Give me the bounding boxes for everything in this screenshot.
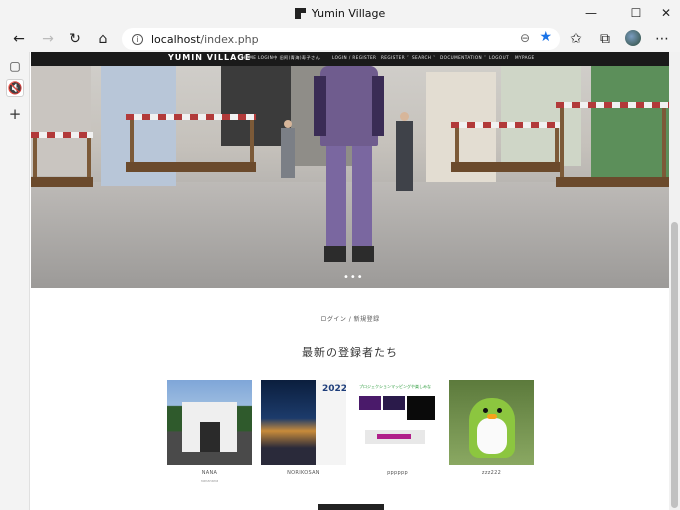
mute-tab-icon[interactable]: 🔇 [6,79,24,97]
home-icon[interactable]: ⌂ [92,28,114,50]
member-photo[interactable] [167,380,252,465]
window-title: Yumin Village [294,6,386,20]
member-name[interactable]: NANA [167,470,252,476]
member-photo[interactable]: 2022 [261,380,346,465]
web-page: ••• YUMIN VILLAGE HOME LOGIN中 旧阿(青海)寿子さん… [31,52,669,510]
site-brand[interactable]: YUMIN VILLAGE [168,53,251,62]
scrollbar-thumb[interactable] [671,222,678,508]
favorites-icon[interactable]: ✩ [565,28,587,50]
nav-mypage[interactable]: MYPAGE [515,55,535,60]
member-card[interactable]: プロジェクションマッピングや楽しみな pppppp [355,380,440,479]
favorite-star-icon[interactable]: ★ [539,29,552,45]
address-bar[interactable]: i localhost/index.php ⊖ ★ [122,28,560,50]
more-button[interactable] [318,504,384,510]
close-button[interactable]: ✕ [649,0,680,26]
app-logo-icon [294,7,306,19]
member-card[interactable]: zzz222 [449,380,534,479]
forward-icon[interactable]: → [37,28,59,50]
window-titlebar: Yumin Village — ☐ ✕ [0,0,680,26]
member-card[interactable]: 2022 NORIKOSAN [261,380,346,479]
nav-login-register[interactable]: LOGIN / REGISTER [332,55,376,60]
poster-year: 2022 [322,384,346,394]
member-sub: nananana [200,479,219,483]
section-title: 最新の登録者たち [302,346,398,359]
url-host: localhost [151,32,201,46]
site-navbar: YUMIN VILLAGE HOME LOGIN中 旧阿(青海)寿子さん LOG… [31,52,669,66]
minimize-button[interactable]: — [574,0,608,26]
tab-actions-icon[interactable]: ▢ [6,57,24,75]
hero-slider-image: ••• YUMIN VILLAGE HOME LOGIN中 旧阿(青海)寿子さん… [31,52,669,288]
site-info-icon[interactable]: i [132,33,143,45]
nav-documentation[interactable]: DOCUMENTATION ˅ [440,55,486,60]
window-title-text: Yumin Village [311,6,386,20]
member-card[interactable]: NANA nananana [167,380,252,483]
back-icon[interactable]: ← [8,28,30,50]
browser-sidebar: ▢ 🔇 + [0,52,30,510]
nav-search[interactable]: SEARCH ˅ [412,55,436,60]
nav-register[interactable]: REGISTER ˅ [381,55,409,60]
login-register-link[interactable]: ログイン / 新規登録 [31,314,669,323]
slider-dots[interactable]: ••• [343,272,364,283]
maximize-button[interactable]: ☐ [619,0,653,26]
refresh-icon[interactable]: ↻ [64,28,86,50]
profile-avatar[interactable] [625,30,641,46]
browser-toolbar: ← → ↻ ⌂ i localhost/index.php ⊖ ★ ✩ ⧉ ⋯ [0,26,680,52]
new-tab-icon[interactable]: + [6,105,24,123]
nav-home-login[interactable]: HOME LOGIN中 旧阿(青海)寿子さん [242,55,320,61]
member-name[interactable]: pppppp [355,470,440,476]
member-photo[interactable]: プロジェクションマッピングや楽しみな [355,380,440,465]
collections-icon[interactable]: ⧉ [594,28,616,50]
member-name[interactable]: NORIKOSAN [261,470,346,476]
more-menu-icon[interactable]: ⋯ [651,28,673,50]
poster-title: プロジェクションマッピングや楽しみな [359,384,431,389]
member-photo[interactable] [449,380,534,465]
page-scrollbar[interactable] [669,52,680,510]
member-name[interactable]: zzz222 [449,470,534,476]
url-path: /index.php [200,32,259,46]
nav-logout[interactable]: LOGOUT [489,55,509,60]
zoom-icon[interactable]: ⊖ [520,31,530,45]
